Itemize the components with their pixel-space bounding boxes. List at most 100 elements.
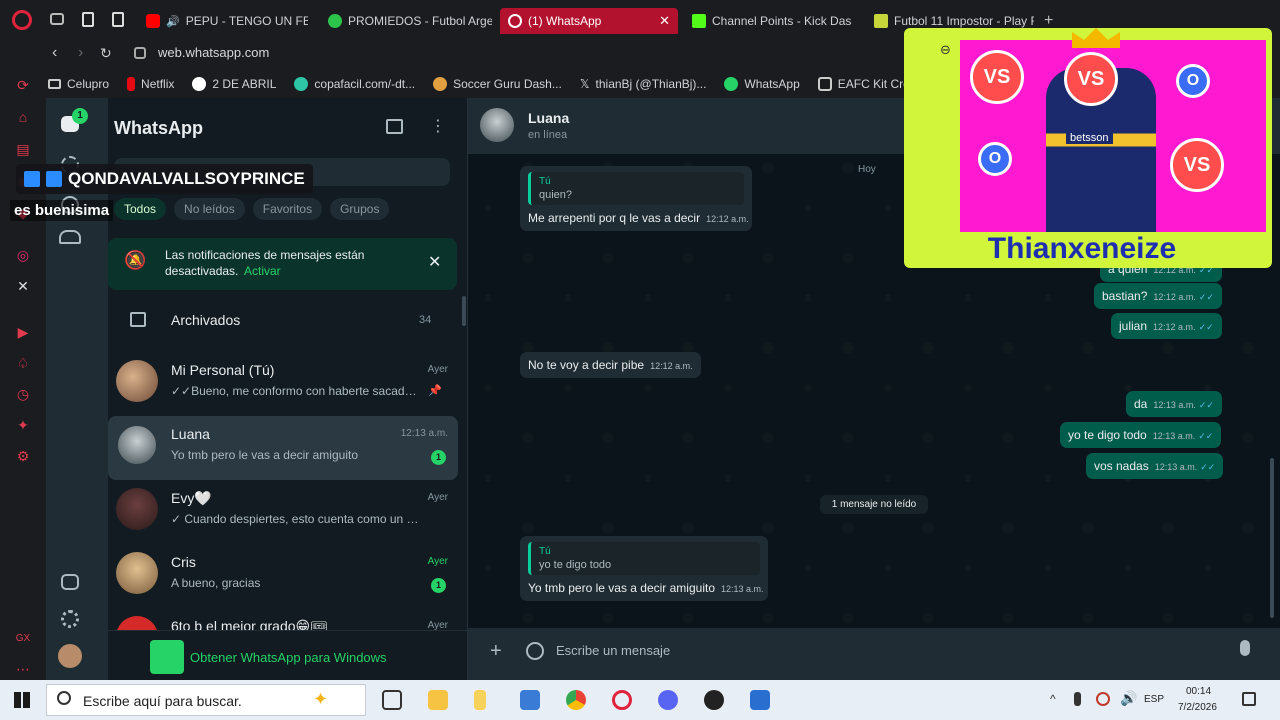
- forward-icon[interactable]: ›: [78, 44, 83, 62]
- notification-center-icon[interactable]: [1242, 692, 1256, 706]
- clock-date[interactable]: 7/2/2026: [1178, 702, 1217, 713]
- twitch-icon[interactable]: ▤: [14, 140, 32, 158]
- clock-time[interactable]: 00:14: [1186, 686, 1211, 697]
- o-circle-left: O: [978, 142, 1012, 176]
- bookmark-thianbj[interactable]: 𝕏thianBj (@ThianBj)...: [580, 77, 707, 91]
- filter-no-leidos[interactable]: No leídos: [174, 198, 245, 220]
- message-bubble-in[interactable]: No te voy a decir pibe 12:12 a.m.: [520, 352, 701, 378]
- bell-off-icon: 🔕: [124, 250, 147, 270]
- taskbar-search[interactable]: Escribe aquí para buscar. ✦: [46, 684, 366, 716]
- more-icon[interactable]: ⋯: [14, 660, 32, 678]
- bookmark-celupro[interactable]: Celupro: [48, 77, 109, 91]
- message-bubble-out[interactable]: bastian? 12:12 a.m. ✓✓: [1094, 283, 1222, 309]
- chat-item-cris[interactable]: Cris Ayer A bueno, gracias 1: [108, 544, 458, 608]
- chrome-icon[interactable]: [566, 690, 586, 710]
- tab-pin-icon-2[interactable]: [112, 12, 124, 27]
- gx-icon[interactable]: GX: [14, 630, 32, 648]
- contact-avatar[interactable]: [480, 108, 514, 142]
- chat-preview: Yo tmb pero le vas a decir amiguito: [171, 448, 358, 462]
- contact-name[interactable]: Luana: [528, 110, 569, 126]
- site-info-icon[interactable]: [134, 47, 146, 59]
- folder-app-icon[interactable]: [474, 690, 486, 710]
- message-bubble-in[interactable]: Tú yo te digo todo Yo tmb pero le vas a …: [520, 536, 768, 601]
- filter-favoritos[interactable]: Favoritos: [252, 198, 323, 220]
- language-indicator[interactable]: ESP: [1144, 694, 1164, 705]
- history-icon[interactable]: ◷: [14, 385, 32, 403]
- aria-icon[interactable]: ⟳: [14, 76, 32, 94]
- tab-pin-icon[interactable]: [82, 12, 94, 27]
- settings-icon[interactable]: ⚙: [14, 447, 32, 465]
- windows-start-icon[interactable]: [14, 692, 30, 708]
- message-bubble-in[interactable]: Tú quien? Me arrepenti por q le vas a de…: [520, 166, 752, 231]
- attach-plus-icon[interactable]: +: [490, 640, 502, 663]
- close-notice-icon[interactable]: ✕: [428, 252, 441, 272]
- file-explorer-icon[interactable]: [428, 690, 448, 710]
- opera-gx-icon[interactable]: [612, 690, 632, 710]
- bookmark-netflix[interactable]: Netflix: [127, 77, 174, 91]
- new-chat-icon[interactable]: [386, 119, 403, 134]
- sticker-icon[interactable]: [526, 642, 544, 660]
- notification-icon[interactable]: ♤: [14, 354, 32, 372]
- bookmark-whatsapp[interactable]: WhatsApp: [724, 77, 800, 91]
- zoom-icon[interactable]: ⊖: [940, 42, 951, 58]
- player-icon[interactable]: ▶: [14, 323, 32, 341]
- message-time: 12:12 a.m.: [650, 361, 693, 371]
- extensions-icon[interactable]: ✦: [14, 416, 32, 434]
- message-bubble-out[interactable]: julian 12:12 a.m. ✓✓: [1111, 313, 1222, 339]
- task-view-icon[interactable]: [382, 690, 402, 710]
- app-icon[interactable]: [750, 690, 770, 710]
- tab-promiedos[interactable]: PROMIEDOS - Futbol Arge: [320, 8, 492, 34]
- message-input[interactable]: Escribe un mensaje: [556, 643, 670, 658]
- chat-item-6to-b[interactable]: 6to b el mejor grado😁🎟 Ayer: [108, 608, 458, 630]
- bookmark-2-de-abril[interactable]: 2 DE ABRIL: [192, 77, 276, 91]
- chat-scrollbar[interactable]: [1270, 458, 1274, 618]
- menu-icon[interactable]: ⋮: [430, 116, 446, 136]
- message-bubble-out[interactable]: da 12:13 a.m. ✓✓: [1126, 391, 1222, 417]
- tray-chevron-icon[interactable]: ^: [1050, 692, 1056, 706]
- list-scrollbar[interactable]: [462, 296, 466, 326]
- url-field[interactable]: web.whatsapp.com: [158, 45, 269, 60]
- close-tab-icon[interactable]: ✕: [659, 13, 670, 29]
- communities-icon[interactable]: [59, 230, 81, 244]
- get-app-banner[interactable]: Obtener WhatsApp para Windows: [108, 630, 467, 680]
- chat-time: Ayer: [427, 620, 448, 630]
- settings-gear-icon[interactable]: [61, 610, 79, 628]
- message-bubble-out[interactable]: vos nadas 12:13 a.m. ✓✓: [1086, 453, 1224, 479]
- x-twitter-icon[interactable]: ✕: [14, 277, 32, 295]
- unread-divider: 1 mensaje no leído: [468, 494, 1280, 514]
- tab-kick[interactable]: Channel Points - Kick Das: [684, 8, 854, 34]
- game-app-icon[interactable]: [704, 690, 724, 710]
- tab-pepu[interactable]: 🔊 PEPU - TENGO UN FE: [138, 8, 308, 34]
- chat-item-luana[interactable]: Luana 12:13 a.m. Yo tmb pero le vas a de…: [108, 416, 458, 480]
- tab-workspace-icon[interactable]: [50, 13, 64, 25]
- profile-avatar[interactable]: [58, 644, 82, 668]
- network-icon[interactable]: [1096, 692, 1110, 706]
- volume-icon[interactable]: 🔊: [1120, 690, 1137, 707]
- microphone-tray-icon[interactable]: [1074, 692, 1081, 706]
- filter-grupos[interactable]: Grupos: [330, 198, 390, 220]
- chat-item-evy[interactable]: Evy🤍 Ayer ✓ Cuando despiertes, esto cuen…: [108, 480, 458, 544]
- instagram-icon[interactable]: ◎: [14, 246, 32, 264]
- contact-status: en línea: [528, 129, 568, 141]
- media-icon[interactable]: [61, 574, 79, 590]
- microphone-icon[interactable]: [1240, 640, 1250, 656]
- chat-item-mi-personal[interactable]: Mi Personal (Tú) Ayer ✓✓Bueno, me confor…: [108, 352, 458, 416]
- archived-label: Archivados: [171, 312, 241, 328]
- reload-icon[interactable]: ↻: [100, 45, 112, 62]
- notice-activate-link[interactable]: Activar: [244, 264, 281, 278]
- bookmark-soccer-guru[interactable]: Soccer Guru Dash...: [433, 77, 562, 91]
- shop-icon[interactable]: ⌂: [14, 108, 32, 126]
- bookmark-copafacil[interactable]: copafacil.com/-dt...: [294, 77, 415, 91]
- opera-logo-icon[interactable]: [12, 10, 32, 30]
- vs-circle-right: VS: [1170, 138, 1224, 192]
- message-bubble-out[interactable]: yo te digo todo 12:13 a.m. ✓✓: [1060, 422, 1222, 448]
- notepad-app-icon[interactable]: [520, 690, 540, 710]
- filter-todos[interactable]: Todos: [114, 198, 167, 220]
- tab-whatsapp[interactable]: (1) WhatsApp ✕: [500, 8, 678, 34]
- quoted-message[interactable]: Tú yo te digo todo: [528, 542, 760, 575]
- archived-row[interactable]: Archivados 34: [108, 304, 458, 336]
- back-icon[interactable]: ‹: [52, 44, 57, 62]
- discord-app-icon[interactable]: [658, 690, 678, 710]
- quoted-message[interactable]: Tú quien?: [528, 172, 744, 205]
- shirt-icon: [817, 77, 832, 91]
